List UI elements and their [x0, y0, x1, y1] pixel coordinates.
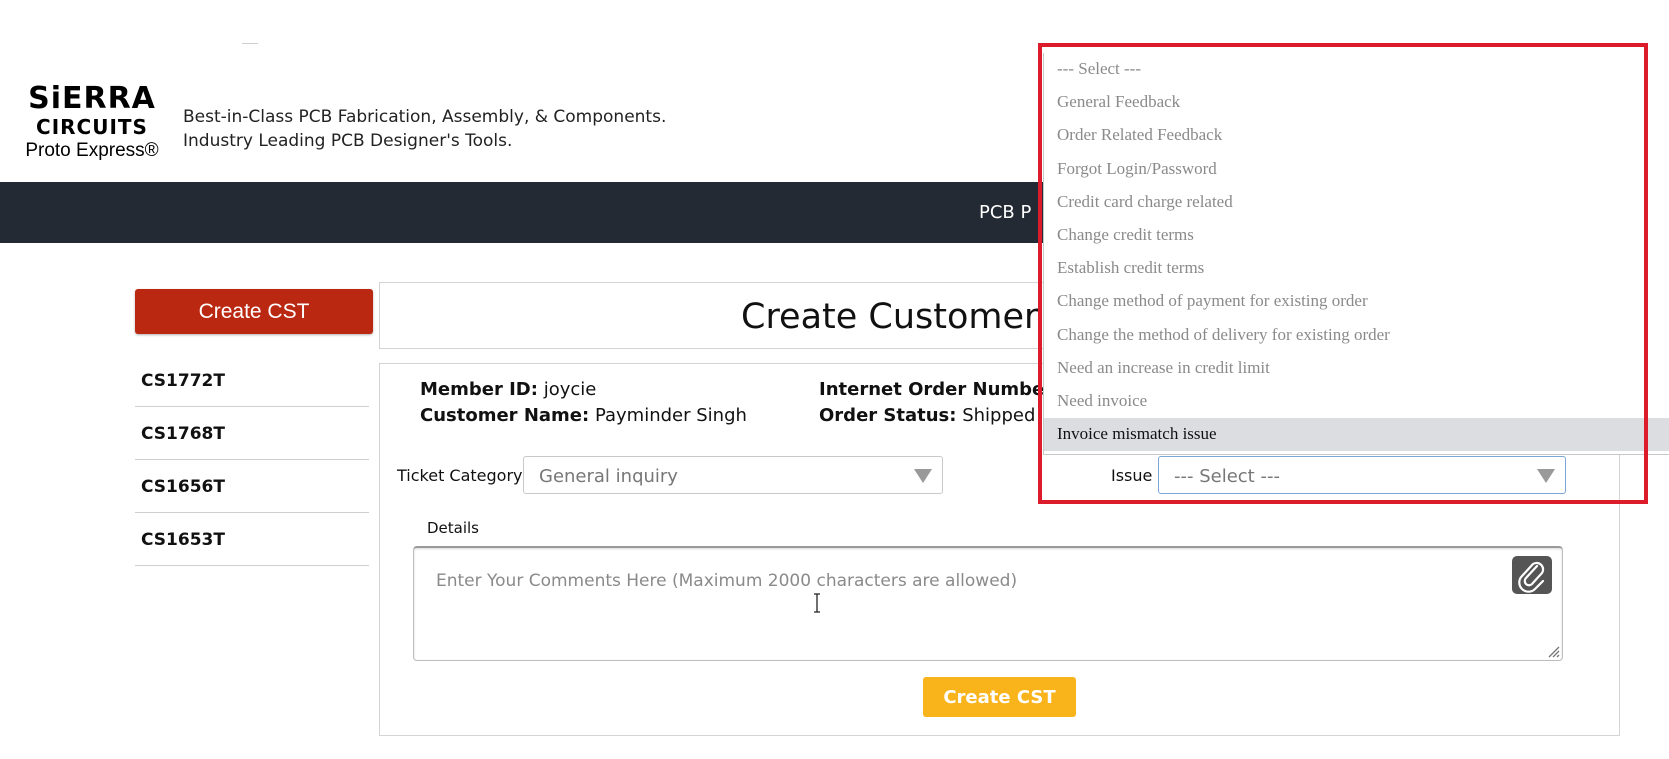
dropdown-option[interactable]: General Feedback	[1044, 86, 1669, 119]
tagline-line-2: Industry Leading PCB Designer's Tools.	[183, 131, 513, 151]
customer-name-label: Customer Name:	[420, 405, 590, 426]
issue-dropdown-list: --- Select --- General Feedback Order Re…	[1043, 53, 1669, 455]
divider	[242, 43, 258, 44]
nav-item-pcb[interactable]: PCB P	[979, 202, 1031, 223]
customer-info: Member ID: joycie Customer Name: Paymind…	[420, 377, 747, 429]
logo-line-3: Proto Express®	[25, 140, 159, 161]
resize-handle-icon[interactable]	[1546, 644, 1560, 658]
ticket-list-item[interactable]: CS1656T	[135, 460, 369, 513]
ticket-list-item[interactable]: CS1772T	[135, 354, 369, 407]
dropdown-option[interactable]: Change credit terms	[1044, 219, 1669, 252]
tagline: Best-in-Class PCB Fabrication, Assembly,…	[183, 105, 666, 153]
ticket-category-select[interactable]: General inquiry	[523, 456, 943, 494]
logo-line-2: CIRCUITS	[36, 115, 148, 139]
member-id-value: joycie	[543, 379, 597, 400]
dropdown-option[interactable]: Need invoice	[1044, 385, 1669, 418]
dropdown-option[interactable]: Forgot Login/Password	[1044, 153, 1669, 186]
dropdown-option-highlighted[interactable]: Invoice mismatch issue	[1044, 418, 1669, 452]
dropdown-option[interactable]: Establish credit terms	[1044, 252, 1669, 285]
dropdown-option[interactable]: Order Related Feedback	[1044, 119, 1669, 152]
logo-line-1: SiERRA	[28, 81, 156, 116]
order-status-label: Order Status:	[819, 405, 957, 426]
dropdown-option[interactable]: Need an increase in credit limit	[1044, 352, 1669, 385]
chevron-down-icon	[914, 469, 932, 483]
details-textarea[interactable]: Enter Your Comments Here (Maximum 2000 c…	[413, 546, 1563, 661]
member-id-label: Member ID:	[420, 379, 538, 400]
issue-select[interactable]: --- Select ---	[1158, 456, 1566, 494]
text-cursor-icon	[814, 593, 820, 613]
ticket-category-value: General inquiry	[539, 466, 678, 487]
dropdown-option[interactable]: Credit card charge related	[1044, 186, 1669, 219]
logo[interactable]: SiERRA CIRCUITS Proto Express®	[12, 84, 172, 162]
issue-label: Issue	[1111, 466, 1153, 485]
order-number-label: Internet Order Numbe	[819, 379, 1045, 400]
ticket-list-item[interactable]: CS1768T	[135, 407, 369, 460]
page-title: Create Customer S	[741, 297, 1072, 337]
dropdown-option[interactable]: Change method of payment for existing or…	[1044, 285, 1669, 318]
customer-name-value: Payminder Singh	[594, 405, 747, 426]
chevron-down-icon	[1537, 469, 1555, 483]
ticket-list-item[interactable]: CS1653T	[135, 513, 369, 566]
ticket-list: CS1772T CS1768T CS1656T CS1653T	[135, 354, 369, 566]
ticket-category-label: Ticket Category	[397, 466, 523, 485]
page: SiERRA CIRCUITS Proto Express® Best-in-C…	[0, 0, 1669, 759]
details-placeholder: Enter Your Comments Here (Maximum 2000 c…	[436, 571, 1018, 591]
sidebar-create-cst-button[interactable]: Create CST	[135, 289, 373, 334]
issue-value: --- Select ---	[1174, 466, 1280, 487]
order-info: Internet Order Numbe Order Status: Shipp…	[819, 377, 1044, 429]
dropdown-option[interactable]: --- Select ---	[1044, 53, 1669, 86]
paperclip-icon[interactable]	[1512, 556, 1552, 594]
details-label: Details	[427, 519, 480, 537]
create-cst-button[interactable]: Create CST	[923, 677, 1076, 717]
dropdown-option[interactable]: Change the method of delivery for existi…	[1044, 319, 1669, 352]
order-status-value: Shipped	[962, 405, 1036, 426]
tagline-line-1: Best-in-Class PCB Fabrication, Assembly,…	[183, 107, 667, 127]
